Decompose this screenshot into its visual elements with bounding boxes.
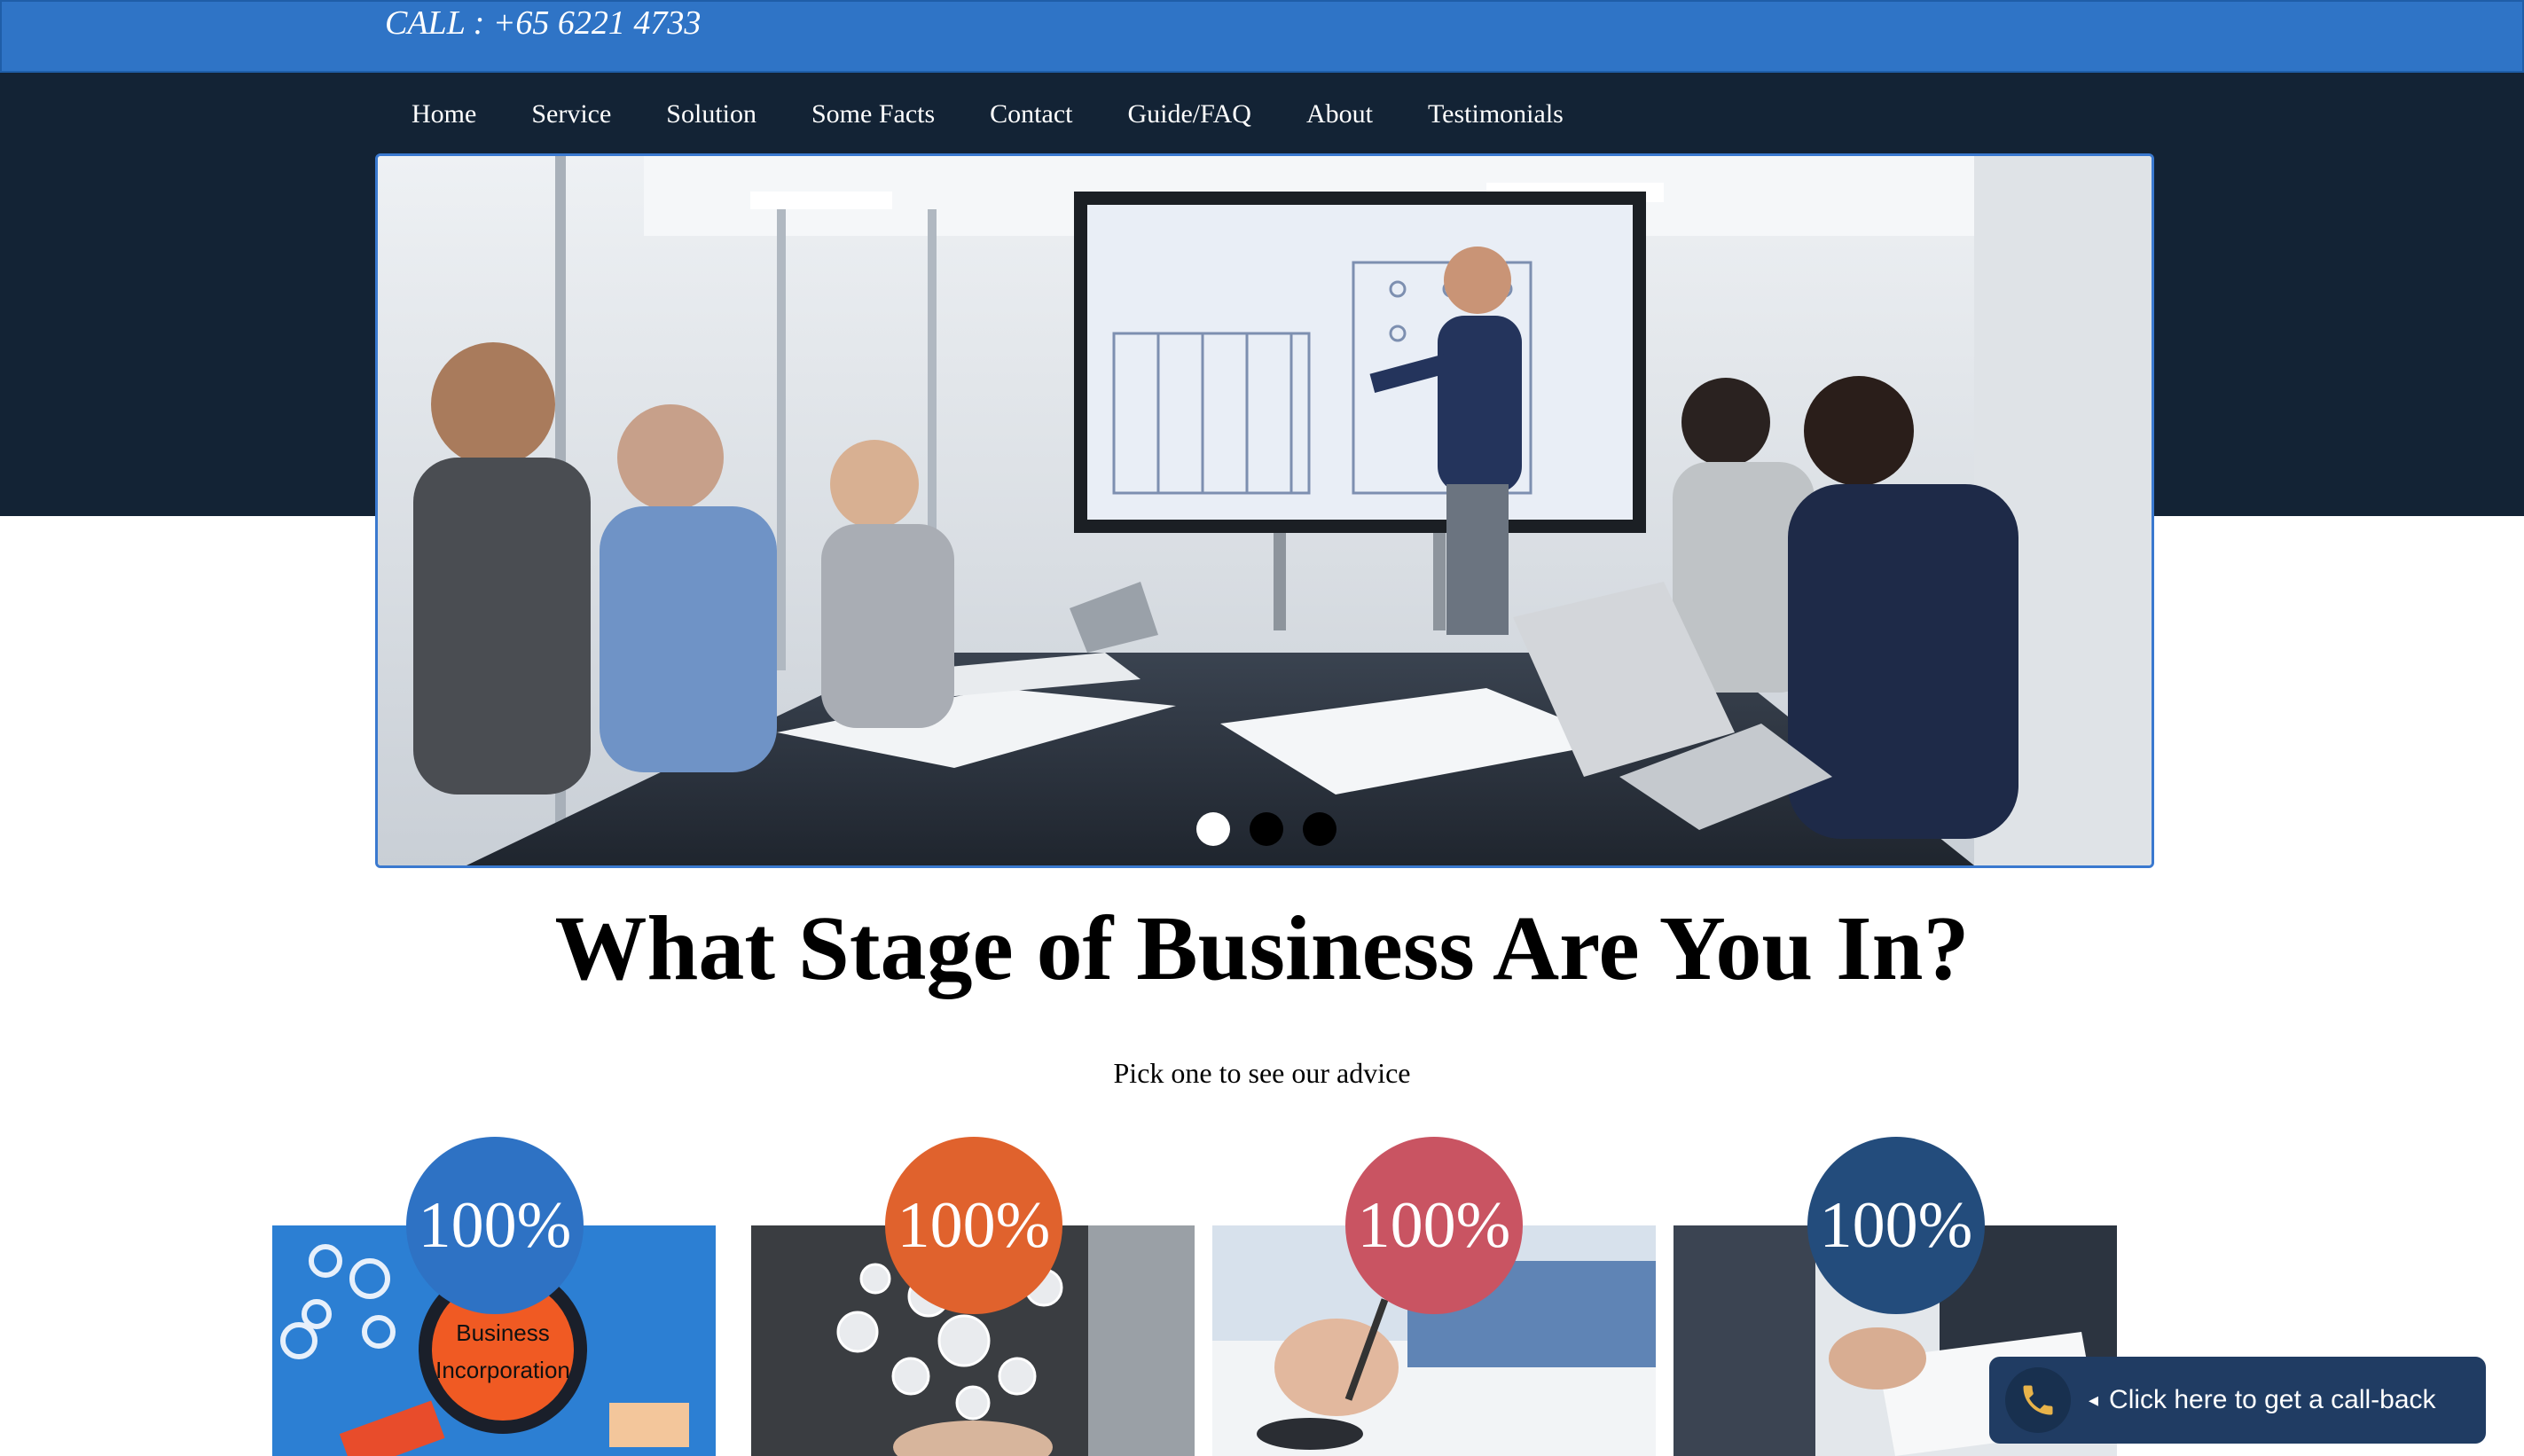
- slider-dot-1[interactable]: [1196, 812, 1230, 846]
- caret-left-icon: ◂: [2089, 1389, 2099, 1411]
- card-4-badge-text: 100%: [1819, 1189, 1973, 1262]
- top-call-bar: CALL : +65 6221 4733: [0, 0, 2524, 73]
- main-nav: Home Service Solution Some Facts Contact…: [383, 92, 1619, 137]
- nav-about[interactable]: About: [1306, 92, 1373, 137]
- callback-button[interactable]: ◂ Click here to get a call-back: [1989, 1357, 2486, 1444]
- nav-guide-faq[interactable]: Guide/FAQ: [1127, 92, 1250, 137]
- slider-dots: [1196, 812, 1336, 846]
- card-1-line2: Incorporation: [435, 1357, 570, 1383]
- hero-meeting-image: [378, 156, 2152, 865]
- nav-some-facts[interactable]: Some Facts: [811, 92, 935, 137]
- card-3-badge-text: 100%: [1357, 1189, 1511, 1262]
- nav-home[interactable]: Home: [383, 92, 476, 137]
- stage-subheading: Pick one to see our advice: [1113, 1057, 1411, 1089]
- slider-dot-2[interactable]: [1250, 812, 1283, 846]
- hero-slider[interactable]: [375, 153, 2154, 868]
- card-1-line1: Business: [456, 1319, 550, 1346]
- stage-heading: What Stage of Business Are You In?: [554, 897, 1970, 999]
- phone-icon: [2005, 1367, 2071, 1433]
- card-2-badge-text: 100%: [897, 1189, 1051, 1262]
- card-1-badge-text: 100%: [418, 1189, 572, 1262]
- card-4-badge: 100%: [1807, 1137, 1985, 1314]
- nav-service[interactable]: Service: [531, 92, 611, 137]
- card-2-badge: 100%: [885, 1137, 1062, 1314]
- slider-dot-3[interactable]: [1303, 812, 1336, 846]
- callback-label: Click here to get a call-back: [2109, 1385, 2436, 1414]
- card-3-badge: 100%: [1345, 1137, 1523, 1314]
- card-1-badge: 100%: [406, 1137, 584, 1314]
- call-phone-text[interactable]: CALL : +65 6221 4733: [385, 4, 701, 43]
- nav-testimonials[interactable]: Testimonials: [1428, 92, 1564, 137]
- nav-contact[interactable]: Contact: [990, 92, 1072, 137]
- nav-solution[interactable]: Solution: [666, 92, 756, 137]
